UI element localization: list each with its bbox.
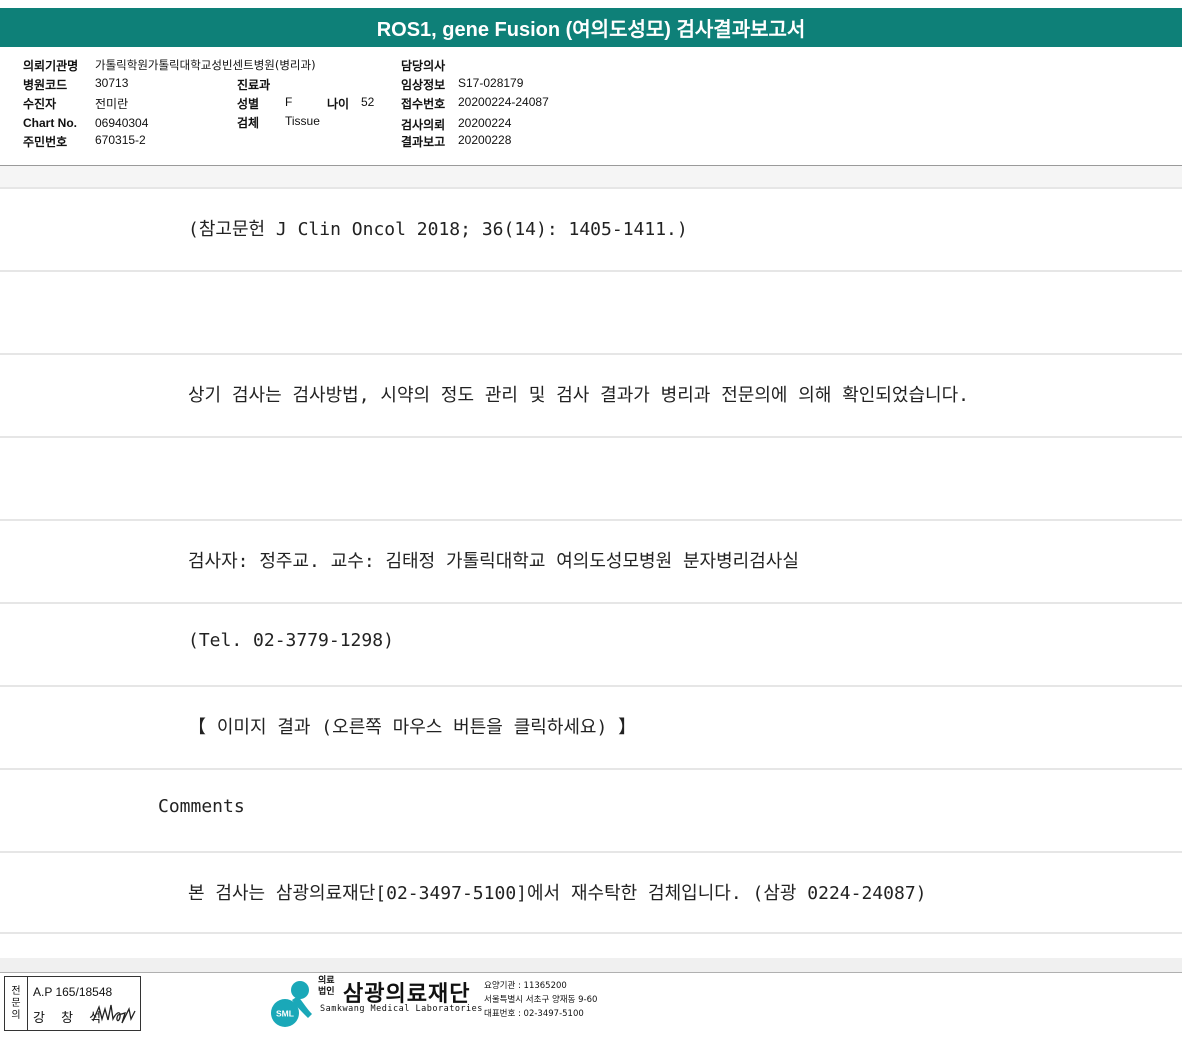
specimen-value: Tissue (285, 114, 320, 128)
receipt-no-value: 20200224-24087 (458, 95, 549, 109)
institution-value: 가톨릭학원가톨릭대학교성빈센트병원(병리과) (95, 58, 316, 72)
reference-text: (참고문헌 J Clin Oncol 2018; 36(14): 1405-14… (188, 219, 688, 240)
sml-logo-icon: SML (271, 981, 312, 1027)
report-row (0, 270, 1182, 353)
report-footer: 전 문 의 A.P 165/18548 강 창 석 SML 의료 법인 삼광의료… (0, 973, 1182, 1040)
age-label: 나이 (327, 97, 350, 111)
stamp-side-char: 의 (11, 1009, 21, 1021)
receipt-no-label: 접수번호 (401, 97, 446, 111)
specialist-stamp: 전 문 의 A.P 165/18548 강 창 석 (4, 976, 141, 1031)
report-title: ROS1, gene Fusion (여의도성모) 검사결과보고서 (0, 8, 1182, 47)
report-row: 검사자: 정주교. 교수: 김태정 가톨릭대학교 여의도성모병원 분자병리검사실 (0, 519, 1182, 602)
institution-label: 의뢰기관명 (23, 59, 79, 73)
clinical-info-value: S17-028179 (458, 76, 524, 90)
doctor-label: 담당의사 (401, 59, 446, 73)
request-date-value: 20200224 (458, 116, 512, 130)
report-row: 상기 검사는 검사방법, 시약의 정도 관리 및 검사 결과가 병리과 전문의에… (0, 353, 1182, 436)
department-label: 진료과 (237, 78, 271, 92)
chart-no-label: Chart No. (23, 116, 77, 130)
institution-code: 요양기관 : 11365200 (484, 981, 567, 991)
logo-mark-text: SML (276, 1009, 294, 1019)
logo-english-name: Samkwang Medical Laboratories (320, 1004, 483, 1014)
stamp-side-label: 전 문 의 (5, 977, 28, 1030)
comments-heading: Comments (158, 796, 245, 817)
clinical-info-label: 임상정보 (401, 78, 446, 92)
patient-value: 전미란 (95, 97, 129, 111)
resident-no-label: 주민번호 (23, 135, 68, 149)
verification-text: 상기 검사는 검사방법, 시약의 정도 관리 및 검사 결과가 병리과 전문의에… (188, 385, 969, 406)
logo-small-line: 의료 (318, 976, 335, 986)
image-result-link[interactable]: 【 이미지 결과 (오른쪽 마우스 버튼을 클릭하세요) 】 (188, 713, 636, 739)
report-date-value: 20200228 (458, 133, 512, 147)
request-date-label: 검사의뢰 (401, 118, 446, 132)
examiner-text: 검사자: 정주교. 교수: 김태정 가톨릭대학교 여의도성모병원 분자병리검사실 (188, 551, 799, 572)
report-body: (참고문헌 J Clin Oncol 2018; 36(14): 1405-14… (0, 187, 1182, 934)
report-row (0, 436, 1182, 519)
report-row: 본 검사는 삼광의료재단[02-3497-5100]에서 재수탁한 검체입니다.… (0, 851, 1182, 934)
report-row: (참고문헌 J Clin Oncol 2018; 36(14): 1405-14… (0, 187, 1182, 270)
hospital-code-value: 30713 (95, 76, 129, 90)
report-row: Comments (0, 768, 1182, 851)
sex-value: F (285, 95, 293, 109)
stamp-side-char: 전 (11, 985, 21, 997)
comment-text: 본 검사는 삼광의료재단[02-3497-5100]에서 재수탁한 검체입니다.… (188, 883, 927, 904)
report-row[interactable]: 【 이미지 결과 (오른쪽 마우스 버튼을 클릭하세요) 】 (0, 685, 1182, 768)
chart-no-value: 06940304 (95, 116, 149, 130)
report-date-label: 결과보고 (401, 135, 446, 149)
telephone-text: (Tel. 02-3779-1298) (188, 630, 394, 651)
header-spacer (0, 166, 1182, 187)
report-row: (Tel. 02-3779-1298) (0, 602, 1182, 685)
resident-no-value: 670315-2 (95, 133, 146, 147)
stamp-code: A.P 165/18548 (33, 985, 113, 999)
hospital-code-label: 병원코드 (23, 78, 68, 92)
specimen-label: 검체 (237, 116, 260, 130)
address: 서울특별시 서초구 양재동 9-60 (484, 995, 598, 1005)
footer-spacer (0, 958, 1182, 973)
age-value: 52 (361, 95, 375, 109)
sex-label: 성별 (237, 97, 260, 111)
main-phone: 대표번호 : 02-3497-5100 (484, 1009, 584, 1019)
report-header: 의뢰기관명 가톨릭학원가톨릭대학교성빈센트병원(병리과) 병원코드 30713 … (0, 47, 1182, 166)
logo-corporation-label: 의료 법인 (318, 976, 335, 998)
stamp-side-char: 문 (11, 997, 21, 1009)
logo-small-line: 법인 (318, 987, 335, 997)
signature-image (92, 1004, 136, 1024)
patient-label: 수진자 (23, 97, 57, 111)
